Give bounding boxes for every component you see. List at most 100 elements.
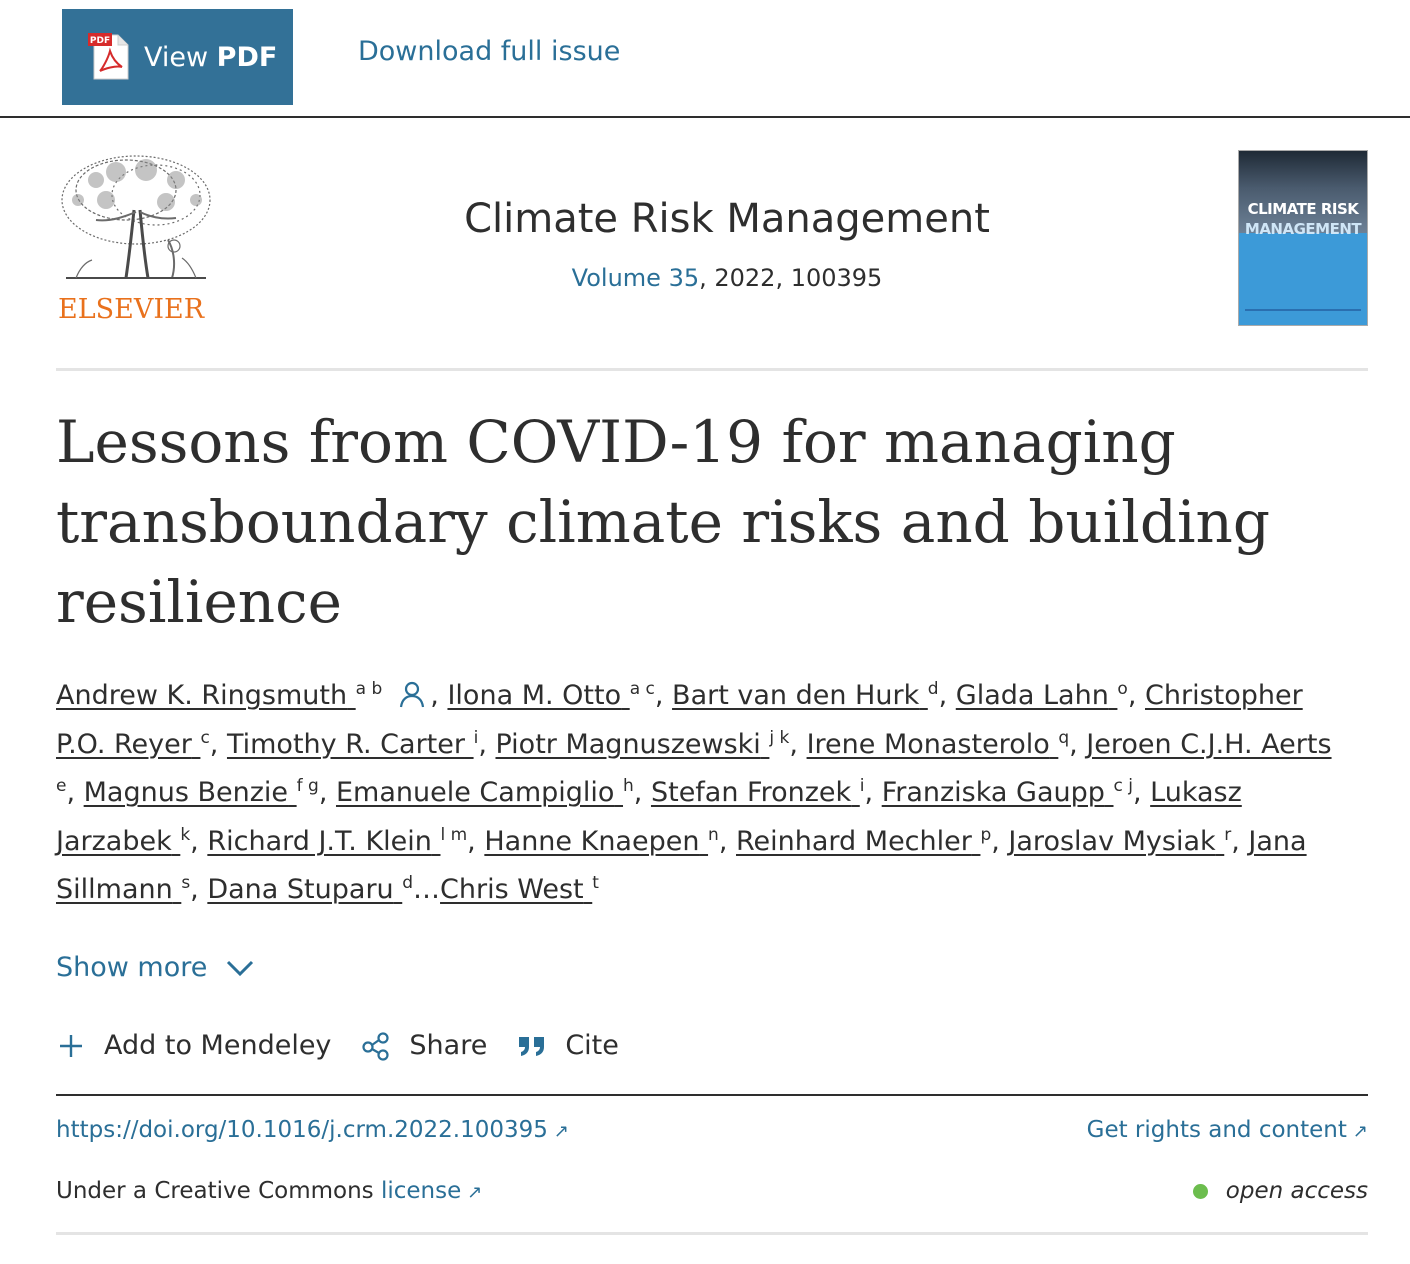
show-more-label: Show more [56,952,208,983]
view-pdf-bold: PDF [216,41,278,73]
author-name: Jeroen C.J.H. Aerts [1086,728,1332,760]
author-link[interactable]: Reinhard Mechler [736,826,980,857]
author-affiliation: k [180,824,191,845]
corresponding-author-icon[interactable] [398,680,426,708]
author-name: Andrew K. Ringsmuth [56,680,348,711]
add-to-mendeley-button[interactable]: Add to Mendeley [56,1030,331,1061]
author-affiliation: d [927,679,939,699]
external-link-icon: ↗ [467,1182,483,1203]
actions-divider [56,1094,1368,1096]
author-affiliation: c [200,727,210,748]
open-access-label: open access [1225,1178,1368,1204]
author-affiliation: c j [1113,776,1133,796]
view-pdf-prefix: View [144,41,217,73]
author-name: Dana Stuparu [207,874,394,905]
share-icon [361,1031,391,1061]
author-name: Timothy R. Carter [226,728,465,760]
article-actions: Add to Mendeley Share Cite [56,1030,649,1061]
journal-volume-info: Volume 35, 2022, 100395 [0,264,1410,292]
author-link[interactable]: Stefan Fronzek [651,777,860,808]
download-full-issue-link[interactable]: Download full issue [358,36,620,67]
author-affiliation: q [1058,727,1070,748]
view-pdf-label: View PDF [144,42,277,73]
author-name: Richard J.T. Klein [207,825,432,857]
author-affiliation: f g [296,776,319,796]
author-link[interactable]: Dana Stuparu [207,874,402,905]
author-name: Bart van den Hurk [672,680,920,711]
cite-label: Cite [565,1030,619,1061]
author-affiliation: h [623,776,634,796]
cover-title-line2: MANAGEMENT [1244,220,1362,238]
header-divider [56,368,1368,371]
license-link-text: license [380,1178,462,1204]
doi-link[interactable]: https://doi.org/10.1016/j.crm.2022.10039… [56,1117,569,1143]
cite-button[interactable]: Cite [517,1030,619,1061]
article-title: Lessons from COVID-19 for managing trans… [56,408,1270,636]
author-link[interactable]: Irene Monasterolo [807,729,1059,760]
author-name: Reinhard Mechler [736,825,972,857]
author-link[interactable]: Hanne Knaepen [484,826,708,857]
author-name: Magnus Benzie [83,777,289,808]
author-name: Chris West [440,874,584,905]
external-link-icon: ↗ [553,1121,569,1142]
author-link[interactable]: Ilona M. Otto [447,680,629,711]
author-affiliation: o [1117,679,1128,699]
author-link[interactable]: Emanuele Campiglio [336,777,623,808]
issue-year-article-number: , 2022, 100395 [699,264,883,292]
cover-bar [1245,309,1361,311]
license-line: Under a Creative Commons license ↗ [56,1178,482,1204]
doi-text: https://doi.org/10.1016/j.crm.2022.10039… [56,1117,548,1143]
author-affiliation: a c [629,679,655,699]
author-name: Piotr Magnuszewski [495,728,761,760]
authors-ellipsis: … [413,874,441,905]
author-affiliation: i [859,776,865,796]
show-more-button[interactable]: Show more [56,952,255,983]
author-link[interactable]: Jeroen C.J.H. Aerts [1086,729,1331,760]
open-access-dot-icon [1192,1183,1208,1199]
author-affiliation: i [473,727,479,748]
author-name: Irene Monasterolo [806,728,1050,760]
view-pdf-button[interactable]: PDF View PDF [62,9,293,105]
author-link[interactable]: Magnus Benzie [84,777,297,808]
elsevier-wordmark: ELSEVIER [58,294,205,325]
volume-link[interactable]: Volume 35 [572,264,699,292]
author-link[interactable]: Bart van den Hurk [672,680,928,711]
author-link[interactable]: Chris West [440,874,592,905]
journal-title[interactable]: Climate Risk Management [0,196,1410,242]
author-name: Hanne Knaepen [484,825,700,857]
pdf-file-icon: PDF [88,31,132,83]
author-link[interactable]: Jaroslav Mysiak [1008,826,1224,857]
author-affiliation: l m [440,824,468,845]
license-link[interactable]: license ↗ [381,1178,482,1204]
author-affiliation: a b [355,679,383,699]
author-affiliation: r [1224,824,1232,845]
plus-icon [56,1031,86,1061]
author-name: Jaroslav Mysiak [1008,825,1216,857]
cover-title: CLIMATE RISK MANAGEMENT [1239,199,1367,239]
author-affiliation: s [181,873,191,893]
footer-divider [56,1232,1368,1235]
top-toolbar: PDF View PDF Download full issue [0,0,1410,118]
license-prefix: Under a Creative Commons [56,1178,381,1204]
chevron-down-icon [227,960,254,976]
author-link[interactable]: Richard J.T. Klein [207,826,440,857]
author-affiliation: n [708,824,719,845]
author-affiliation: p [980,824,992,845]
author-link[interactable]: Andrew K. Ringsmuth [56,680,356,711]
author-link[interactable]: Timothy R. Carter [227,729,474,760]
author-link[interactable]: Piotr Magnuszewski [495,729,769,760]
share-label: Share [409,1030,488,1061]
author-name: Glada Lahn [955,680,1109,711]
author-name: Ilona M. Otto [447,680,622,711]
share-button[interactable]: Share [361,1030,487,1061]
cover-title-line1: CLIMATE RISK [1247,200,1359,218]
author-name: Franziska Gaupp [881,777,1105,808]
author-name: Emanuele Campiglio [335,777,615,808]
journal-cover-image[interactable]: CLIMATE RISK MANAGEMENT [1238,150,1368,326]
external-link-icon: ↗ [1352,1121,1368,1142]
get-rights-link[interactable]: Get rights and content ↗ [1087,1117,1368,1143]
author-affiliation: d [402,873,414,893]
author-link[interactable]: Franziska Gaupp [882,777,1114,808]
author-link[interactable]: Glada Lahn [956,680,1118,711]
pdf-badge-text: PDF [90,36,110,46]
